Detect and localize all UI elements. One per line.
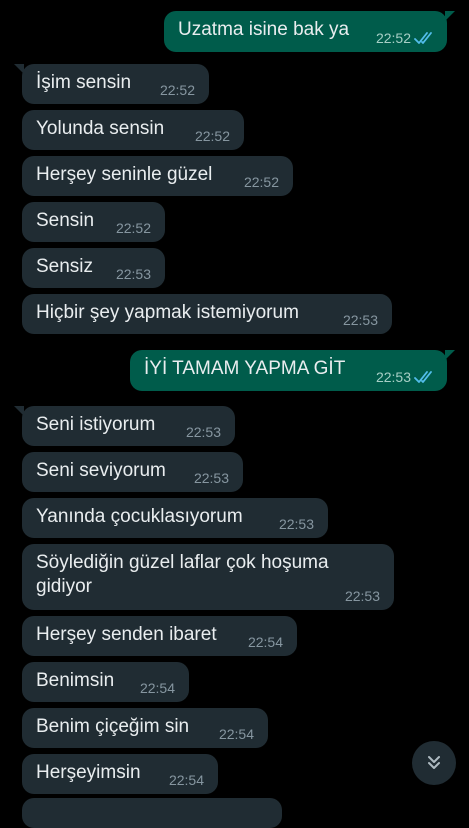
incoming-message[interactable]: İşim sensin 22:52	[14, 64, 209, 104]
message-time: 22:52	[375, 30, 411, 46]
message-text: Sensiz	[36, 256, 94, 277]
message-text: Herşey senden ibaret	[36, 624, 217, 645]
message-time: 22:53	[344, 588, 380, 604]
incoming-message[interactable]: Benimsin 22:54	[22, 662, 189, 702]
message-time: 22:52	[159, 82, 195, 98]
message-time: 22:54	[218, 726, 254, 742]
incoming-message[interactable]: Sensiz 22:53	[22, 248, 165, 288]
message-text: Hiçbir şey yapmak istemiyorum	[36, 302, 299, 323]
message-text: Seni istiyorum	[36, 414, 156, 435]
incoming-message[interactable]: Herşeyimsin 22:54	[22, 754, 218, 794]
message-text: Yolunda sensin	[36, 118, 165, 139]
incoming-message-partial[interactable]	[22, 798, 282, 828]
incoming-message[interactable]: Sensin 22:52	[22, 202, 165, 242]
double-check-read-icon	[414, 32, 432, 44]
message-text: Herşeyimsin	[36, 762, 141, 783]
message-time: 22:53	[193, 470, 229, 486]
message-text: Sensin	[36, 210, 95, 231]
message-time: 22:52	[115, 220, 151, 236]
incoming-message[interactable]: Seni seviyorum 22:53	[22, 452, 243, 492]
message-time: 22:54	[139, 680, 175, 696]
scroll-to-bottom-button[interactable]	[412, 741, 456, 785]
message-text: Uzatma isine bak ya	[178, 19, 350, 40]
message-text: Herşey seninle güzel	[36, 164, 213, 185]
message-time: 22:53	[278, 516, 314, 532]
outgoing-message[interactable]: Uzatma isine bak ya 22:52	[164, 11, 455, 52]
message-text: İşim sensin	[36, 72, 132, 93]
double-check-read-icon	[414, 371, 432, 383]
incoming-message[interactable]: Hiçbir şey yapmak istemiyorum 22:53	[22, 294, 392, 334]
message-time: 22:53	[375, 369, 411, 385]
message-text: Seni seviyorum	[36, 460, 166, 481]
incoming-message[interactable]: Yanında çocuklasıyorum 22:53	[22, 498, 328, 538]
message-time: 22:52	[243, 174, 279, 190]
incoming-message[interactable]: Benim çiçeğim sin 22:54	[22, 708, 268, 748]
message-time: 22:53	[115, 266, 151, 282]
message-time: 22:54	[247, 634, 283, 650]
incoming-message[interactable]: Seni istiyorum 22:53	[14, 406, 235, 446]
double-chevron-down-icon	[428, 756, 440, 769]
outgoing-message[interactable]: İYİ TAMAM YAPMA GİT 22:53	[130, 350, 455, 391]
incoming-message[interactable]: Herşey senden ibaret 22:54	[22, 616, 297, 656]
message-time: 22:53	[185, 424, 221, 440]
message-time: 22:53	[342, 312, 378, 328]
message-text: İYİ TAMAM YAPMA GİT	[144, 358, 346, 379]
message-time: 22:54	[168, 772, 204, 788]
incoming-message[interactable]: Yolunda sensin 22:52	[22, 110, 244, 150]
incoming-message[interactable]: Söylediğin güzel laflar çok hoşuma gidiy…	[22, 544, 394, 610]
message-text: Benimsin	[36, 670, 115, 691]
message-time: 22:52	[194, 128, 230, 144]
message-text: Söylediğin güzel laflar çok hoşuma gidiy…	[36, 552, 329, 597]
incoming-message[interactable]: Herşey seninle güzel 22:52	[22, 156, 293, 196]
message-text: Benim çiçeğim sin	[36, 716, 190, 737]
message-text: Yanında çocuklasıyorum	[36, 506, 243, 527]
